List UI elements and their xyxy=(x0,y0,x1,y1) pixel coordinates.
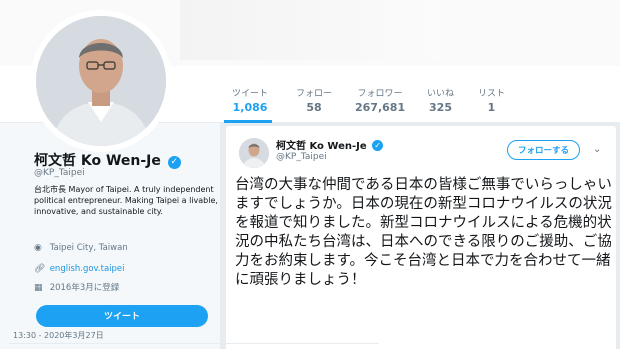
verified-badge-icon: ✓ xyxy=(372,140,384,151)
divider xyxy=(9,343,379,344)
tweet-author-avatar[interactable] xyxy=(239,138,269,168)
banner-image xyxy=(180,0,440,60)
stat-lists[interactable]: リスト 1 xyxy=(478,86,505,114)
compose-tweet-button[interactable]: ツイート xyxy=(36,305,208,327)
location-text: Taipei City, Taiwan xyxy=(49,243,128,253)
stat-value: 1,086 xyxy=(232,101,268,114)
location-pin-icon: ◉ xyxy=(34,243,42,253)
stat-label: いいね xyxy=(427,89,455,99)
profile-bio: 台北市長 Mayor of Taipei. A truly independen… xyxy=(34,185,218,216)
active-stat-indicator xyxy=(224,120,272,123)
stat-value: 1 xyxy=(487,101,496,114)
stat-label: ツイート xyxy=(232,89,269,99)
stat-label: フォロー xyxy=(296,89,333,99)
tweet-card: 柯文哲 Ko Wen-Je ✓ @KP_Taipei フォローする ⌄ 台湾の大… xyxy=(226,126,616,349)
tweet-author-handle[interactable]: @KP_Taipei xyxy=(276,152,327,162)
tweet-author-name-row: 柯文哲 Ko Wen-Je ✓ xyxy=(276,137,384,152)
verified-badge-icon: ✓ xyxy=(167,156,181,169)
profile-website: 🔗︎ english.gov.taipei xyxy=(34,264,125,274)
calendar-icon: ▦ xyxy=(34,283,43,293)
stat-tweets[interactable]: ツイート 1,086 xyxy=(232,86,268,114)
stat-value: 267,681 xyxy=(355,101,406,114)
follow-button[interactable]: フォローする xyxy=(507,140,580,160)
stat-label: フォロワー xyxy=(357,89,403,99)
stat-value: 325 xyxy=(429,101,452,114)
tweet-author-name[interactable]: 柯文哲 Ko Wen-Je xyxy=(276,141,367,152)
avatar-image xyxy=(36,16,166,146)
profile-name-row: 柯文哲 Ko Wen-Je ✓ xyxy=(34,150,181,170)
stat-likes[interactable]: いいね 325 xyxy=(427,86,454,114)
link-icon: 🔗︎ xyxy=(34,264,46,274)
profile-location: ◉ Taipei City, Taiwan xyxy=(34,243,128,253)
chevron-down-icon[interactable]: ⌄ xyxy=(593,144,601,155)
tweet-timestamp[interactable]: 13:30 - 2020年3月27日 xyxy=(13,330,104,341)
website-link[interactable]: english.gov.taipei xyxy=(50,264,125,274)
stat-followers[interactable]: フォロワー 267,681 xyxy=(355,86,405,114)
profile-joined: ▦ 2016年3月に登録 xyxy=(34,281,119,293)
stat-following[interactable]: フォロー 58 xyxy=(296,86,332,114)
profile-avatar[interactable] xyxy=(30,10,172,152)
joined-text: 2016年3月に登録 xyxy=(49,283,120,293)
stat-value: 58 xyxy=(306,101,322,114)
stat-label: リスト xyxy=(478,89,506,99)
profile-name[interactable]: 柯文哲 Ko Wen-Je xyxy=(34,153,161,169)
tweet-text: 台湾の大事な仲間である日本の皆様ご無事でいらっしゃいますでしょうか。日本の現在の… xyxy=(235,177,612,288)
profile-handle[interactable]: @KP_Taipei xyxy=(34,168,85,178)
